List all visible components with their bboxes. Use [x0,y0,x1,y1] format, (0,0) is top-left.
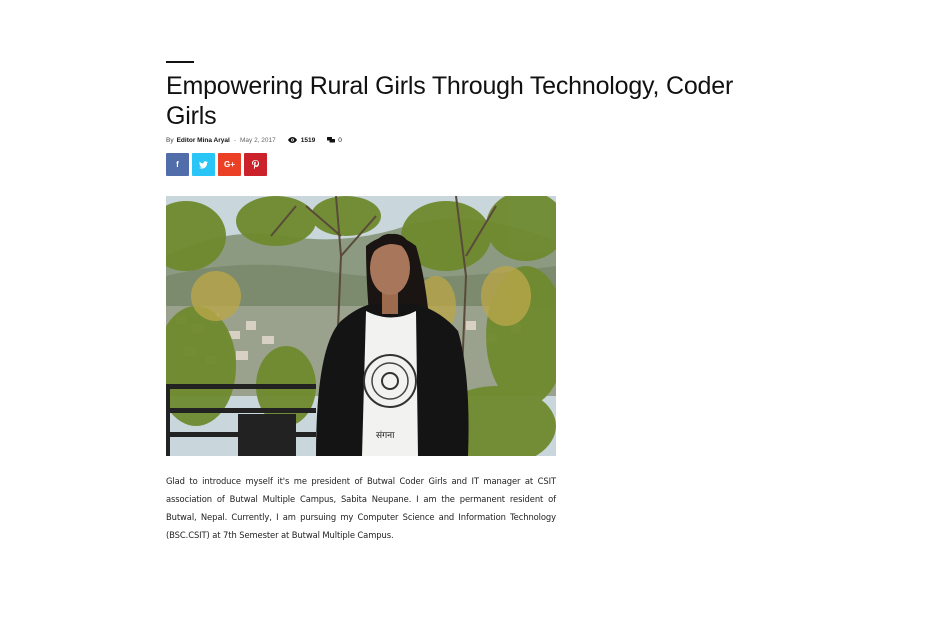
facebook-icon: f [176,160,179,169]
article-body-paragraph: Glad to introduce myself it's me preside… [166,476,556,540]
shirt-print-text: संगना [376,430,395,441]
facebook-share-button[interactable]: f [166,153,189,176]
article-featured-image: संगना [166,196,556,456]
publish-date: May 2, 2017 [239,136,276,144]
twitter-icon [199,160,208,169]
pinterest-icon [252,160,259,169]
article-meta: By Editor Mina Aryal - May 2, 2017 1519 … [166,135,342,145]
title-accent-bar [166,61,194,63]
eye-icon [287,137,297,143]
by-label: By [166,136,174,144]
view-count-value: 1519 [300,136,316,144]
google-plus-icon: G+ [224,160,235,169]
author-link[interactable]: Editor Mina Aryal [177,137,230,144]
view-count: 1519 [287,136,316,144]
share-buttons: f G+ [166,153,267,176]
twitter-share-button[interactable] [192,153,215,176]
comment-count-value: 0 [338,136,342,144]
comments-icon [327,137,336,143]
pinterest-share-button[interactable] [244,153,267,176]
comment-count[interactable]: 0 [327,137,342,144]
article-title: Empowering Rural Girls Through Technolog… [166,72,734,130]
meta-separator: - [233,136,236,144]
google-plus-share-button[interactable]: G+ [218,153,241,176]
